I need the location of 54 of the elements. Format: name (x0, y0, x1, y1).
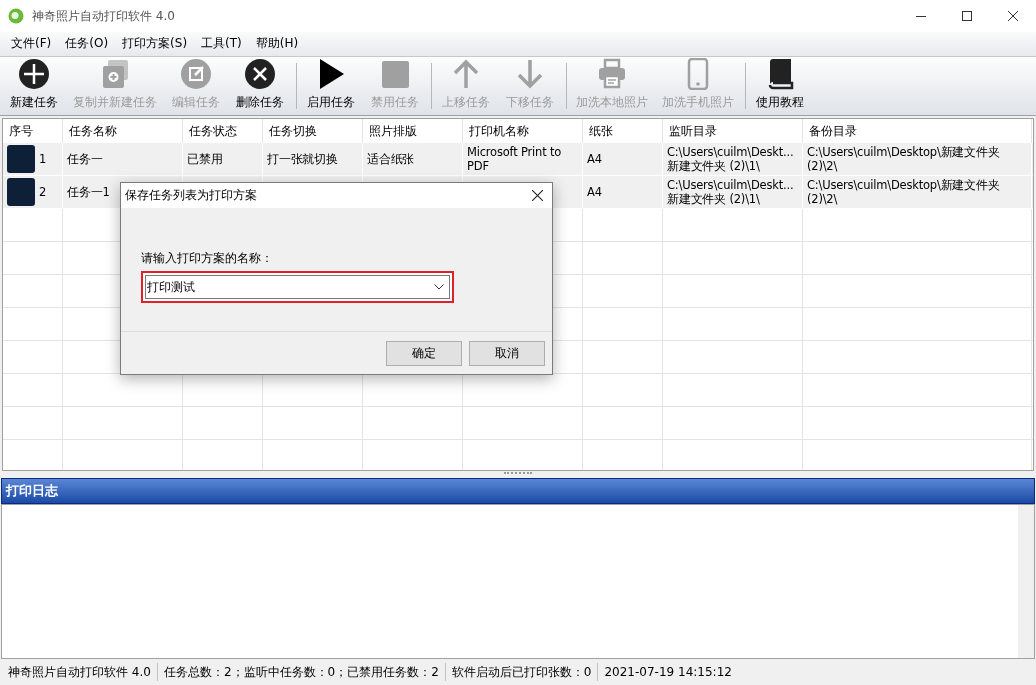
table-cell: 2 (39, 184, 47, 199)
edit-icon (180, 57, 212, 90)
table-cell-text: Microsoft Print to PDF (467, 144, 563, 173)
thumbnail-icon (7, 177, 35, 206)
toolbar-button[interactable]: 删除任务 (232, 56, 288, 115)
menu-item[interactable]: 工具(T) (194, 35, 249, 53)
toolbar-button[interactable]: 启用任务 (303, 56, 359, 115)
status-text: 软件启动后已打印张数：0 (450, 663, 593, 681)
dialog-title: 保存任务列表为打印方案 (125, 187, 257, 204)
scrollbar[interactable] (1018, 504, 1034, 659)
status-text: 任务总数：2；监听中任务数：0；已禁用任务数：2 (162, 663, 440, 681)
splitter-grip-icon[interactable] (504, 472, 532, 477)
menu-item[interactable]: 打印方案(S) (115, 35, 195, 53)
table-cell: A4 (587, 184, 602, 199)
dialog-button[interactable]: 确定 (386, 340, 462, 366)
column-header[interactable]: 纸张 (583, 118, 663, 143)
panel-header: 打印日志 (1, 477, 1035, 504)
name-combo-box[interactable]: 打印测试 (141, 271, 454, 303)
window-title: 神奇照片自动打印软件 4.0 (32, 7, 175, 25)
status-text: 2021-07-19 14:15:12 (603, 665, 733, 680)
close-circle-icon (244, 57, 276, 90)
thumbnail-icon (7, 144, 35, 173)
column-header[interactable]: 任务状态 (183, 118, 263, 143)
dialog-button[interactable]: 取消 (469, 340, 545, 366)
plus-icon (18, 57, 50, 90)
column-header[interactable]: 照片排版 (363, 118, 463, 143)
column-header[interactable]: 打印机名称 (463, 118, 583, 143)
table-cell-text: C:\Users\cuilm\Deskt... 新建文件夹 (2)\1\ (667, 144, 795, 173)
menu-item[interactable]: 帮助(H) (248, 35, 306, 53)
toolbar-button[interactable]: 新建任务 (6, 56, 62, 115)
column-header[interactable]: 序号 (3, 118, 63, 143)
table-cell: 1 (39, 151, 47, 166)
menu-item[interactable]: 文件(F) (4, 35, 59, 53)
table-cell-text: C:\Users\cuilm\Deskt... 新建文件夹 (2)\1\ (667, 177, 795, 206)
table-cell: 任务一 (67, 151, 103, 166)
field-label: 请输入打印方案的名称： (141, 250, 274, 267)
table-cell: 适合纸张 (367, 151, 415, 166)
table-cell: 打一张就切换 (267, 151, 338, 166)
caret-icon (434, 284, 444, 290)
table-cell: 任务一1 (67, 184, 110, 199)
printer-icon (596, 57, 628, 90)
column-header[interactable]: 备份目录 (803, 118, 1032, 143)
table-cell-text: C:\Users\cuilm\Desktop\新建文件夹 (2)\2\ (807, 144, 1001, 173)
column-header[interactable]: 任务切换 (263, 118, 363, 143)
app-logo-icon (8, 8, 24, 24)
table-cell-text: C:\Users\cuilm\Desktop\新建文件夹 (2)\2\ (807, 177, 1001, 206)
table-cell: A4 (587, 151, 602, 166)
status-text: 神奇照片自动打印软件 4.0 (7, 663, 152, 681)
menu-item[interactable]: 任务(O) (58, 35, 116, 53)
table-cell: 已禁用 (187, 151, 223, 166)
column-header[interactable]: 任务名称 (63, 118, 183, 143)
column-header[interactable]: 监听目录 (663, 118, 803, 143)
close-icon[interactable] (532, 190, 543, 201)
toolbar-button[interactable]: 使用教程 (752, 56, 808, 115)
